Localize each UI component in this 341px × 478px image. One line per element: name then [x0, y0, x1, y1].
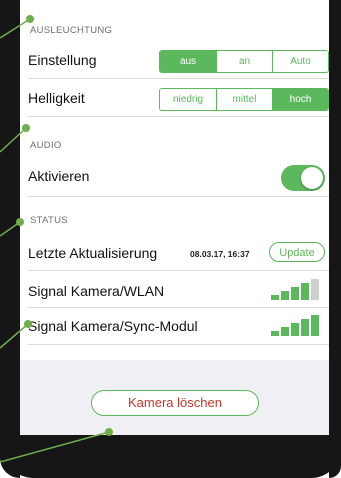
signal-sync-bars — [271, 314, 323, 336]
signal-bar — [311, 279, 319, 300]
signal-bar — [271, 295, 279, 300]
delete-camera-button[interactable]: Kamera löschen — [91, 390, 259, 416]
signal-wlan-bars — [271, 278, 323, 300]
section-header-illumination: AUSLEUCHTUNG — [30, 25, 113, 36]
illumination-setting-segmented: aus an Auto — [159, 50, 329, 73]
last-update-label: Letzte Aktualisierung — [28, 245, 158, 261]
separator — [28, 307, 329, 308]
phone-frame-right — [329, 0, 341, 478]
separator — [28, 344, 329, 345]
signal-bar — [301, 319, 309, 336]
signal-bar — [311, 315, 319, 336]
update-button[interactable]: Update — [269, 242, 325, 262]
segment-aus[interactable]: aus — [160, 51, 216, 72]
separator — [28, 116, 329, 117]
signal-bar — [281, 291, 289, 300]
settings-screen: AUSLEUCHTUNG Einstellung aus an Auto Hel… — [20, 0, 329, 435]
signal-wlan-label: Signal Kamera/WLAN — [28, 283, 165, 299]
last-update-timestamp: 08.03.17, 16:37 — [190, 249, 250, 259]
separator — [28, 270, 329, 271]
signal-sync-label: Signal Kamera/Sync-Modul — [28, 318, 198, 334]
separator — [28, 78, 329, 79]
segment-an[interactable]: an — [216, 51, 272, 72]
signal-bar — [301, 283, 309, 300]
segment-auto[interactable]: Auto — [272, 51, 328, 72]
signal-bar — [281, 327, 289, 336]
section-header-audio: AUDIO — [30, 140, 62, 151]
segment-mittel[interactable]: mittel — [216, 89, 272, 110]
brightness-label: Helligkeit — [28, 90, 85, 106]
signal-bar — [291, 287, 299, 300]
toggle-knob — [301, 167, 323, 189]
signal-bar — [271, 331, 279, 336]
segment-hoch[interactable]: hoch — [272, 89, 328, 110]
separator — [28, 196, 329, 197]
setting-label: Einstellung — [28, 52, 97, 68]
phone-frame-bottom — [0, 435, 341, 478]
brightness-segmented: niedrig mittel hoch — [159, 88, 329, 111]
phone-frame-left — [0, 0, 20, 478]
activate-label: Aktivieren — [28, 168, 90, 184]
section-header-status: STATUS — [30, 215, 68, 226]
segment-niedrig[interactable]: niedrig — [160, 89, 216, 110]
signal-bar — [291, 323, 299, 336]
audio-toggle[interactable] — [281, 165, 325, 191]
